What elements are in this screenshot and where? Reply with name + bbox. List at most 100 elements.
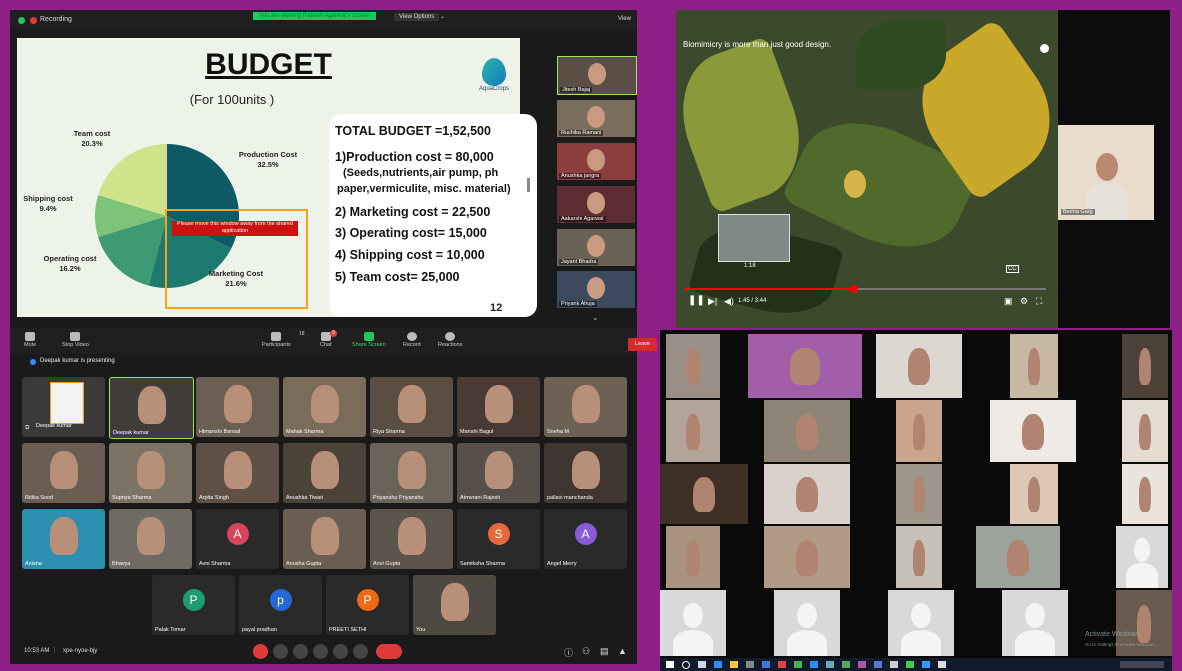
participants-button[interactable]: Participants [262,332,291,348]
webcam-tile[interactable] [666,334,720,398]
participant-tile[interactable]: A Angel Merry [544,509,627,569]
participant-tile[interactable]: Anvi Gupta [370,509,453,569]
participant-tile[interactable]: Deepak kumar [109,377,194,439]
participant-tile[interactable]: Manshi Bagul [457,377,540,437]
participant-tile[interactable]: Atmvrani Rajesh [457,443,540,503]
thumbnail-6[interactable]: Priyank Ahuja [557,271,635,308]
clock-icon[interactable] [1040,44,1049,53]
participant-tile[interactable]: Anusha Gupta [283,509,366,569]
people-icon[interactable]: ⚇ [582,646,590,657]
view-button[interactable]: View [618,16,631,22]
zoom-icon[interactable] [810,661,818,668]
webcam-tile[interactable] [666,526,720,588]
side-video-tile[interactable]: Beena Garg [1058,125,1154,220]
webcam-tile[interactable] [896,464,942,524]
windows-start-icon[interactable] [666,661,674,668]
app-icon[interactable] [842,661,850,668]
task-view-icon[interactable] [698,661,706,668]
reactions-button[interactable]: Reactions [438,332,462,348]
webcam-tile[interactable] [876,334,962,398]
captions-icon[interactable] [293,644,308,659]
participant-tile[interactable]: Arpita Singh [196,443,279,503]
webcam-tile[interactable] [748,334,862,398]
info-icon[interactable]: ⓘ [564,646,573,659]
participant-tile[interactable]: P PREETI SETHI [326,575,409,635]
search-icon[interactable] [682,661,690,669]
video-progress-knob[interactable] [850,285,859,293]
store-icon[interactable] [746,661,754,668]
app-icon[interactable] [938,661,946,668]
app-icon[interactable] [826,661,834,668]
leave-button[interactable]: Leave [628,338,657,351]
participant-tile[interactable]: Ritika Sood [22,443,105,503]
folder-icon[interactable] [730,661,738,668]
pause-icon[interactable]: ❚❚ [688,295,705,306]
thumbnail-5[interactable]: Jayant Bhadra [557,229,635,266]
app-icon[interactable] [890,661,898,668]
system-tray[interactable] [1120,661,1164,668]
present-icon[interactable] [333,644,348,659]
no-video-tile[interactable] [1116,526,1168,588]
webcam-tile[interactable] [896,400,942,462]
webcam-tile[interactable] [764,464,850,524]
participant-tile[interactable]: Sneha M [544,377,627,437]
webcam-tile[interactable] [764,526,850,588]
app-icon[interactable] [906,661,914,668]
webcam-tile[interactable] [1122,464,1168,524]
captions-button[interactable]: CC [1006,265,1019,273]
chat-icon[interactable]: ▤ [600,646,609,657]
no-video-tile[interactable] [1002,590,1068,656]
participant-tile[interactable]: A Avni Sharma [196,509,279,569]
camera-icon[interactable] [273,644,288,659]
edge-icon[interactable] [714,661,722,668]
participant-tile[interactable]: Riya Sharma [370,377,453,437]
thumbnail-4[interactable]: Aakarshi Agarwal [557,186,635,223]
webcam-tile[interactable] [1122,334,1168,398]
app-icon[interactable] [778,661,786,668]
share-screen-button[interactable]: Share Screen [352,332,386,348]
no-video-tile[interactable] [660,590,726,656]
participant-tile[interactable]: pallavi manchanda [544,443,627,503]
participant-tile[interactable]: Mahak Sharma [283,377,366,437]
participant-tile[interactable]: You [413,575,496,635]
participant-tile[interactable]: P Palak Tomar [152,575,235,635]
participant-tile[interactable]: Himanshi Bansal [196,377,279,437]
participant-tile[interactable]: p payal pradhan [239,575,322,635]
thumbnail-3[interactable]: Anushka jangra [557,143,635,180]
thumbnail-1[interactable]: Jitesh Bajaj [557,56,637,95]
video-player[interactable]: 1:18 ❚❚ ▶| ◀) 1:45 / 3:44 CC ▣ ⚙ ⛶ [676,10,1058,328]
mute-button[interactable]: Mute [24,332,36,348]
fullscreen-icon[interactable]: ⛶ [1036,296,1042,307]
view-options-button[interactable]: View Options [394,13,440,21]
mail-icon[interactable] [762,661,770,668]
chrome-icon[interactable] [794,661,802,668]
webcam-tile[interactable] [764,400,850,462]
webcam-tile[interactable] [896,526,942,588]
participant-tile[interactable]: Bhavya [109,509,192,569]
webcam-tile[interactable] [976,526,1060,588]
subtitles-icon[interactable]: ▣ [1004,296,1013,307]
volume-icon[interactable]: ◀) [724,296,734,307]
app-icon[interactable] [874,661,882,668]
webcam-tile[interactable] [1122,400,1168,462]
webcam-tile[interactable] [660,464,748,524]
stop-video-button[interactable]: Stop Video [62,332,89,348]
app-icon[interactable] [922,661,930,668]
activities-icon[interactable]: ▲ [618,646,627,656]
no-video-tile[interactable] [888,590,954,656]
participant-tile[interactable]: Supriya Sharma [109,443,192,503]
app-icon[interactable] [858,661,866,668]
mic-off-icon[interactable] [253,644,268,659]
participant-tile[interactable]: Anushka Tiwari [283,443,366,503]
chevron-down-icon[interactable]: ⌄ [592,313,599,322]
end-call-button[interactable] [376,644,402,659]
webcam-tile[interactable] [1010,464,1058,524]
no-video-tile[interactable] [774,590,840,656]
participant-tile[interactable]: S Samiksha Sharma [457,509,540,569]
webcam-tile[interactable] [1010,334,1058,398]
more-options-icon[interactable] [353,644,368,659]
next-icon[interactable]: ▶| [708,296,717,307]
record-button[interactable]: Record [403,332,421,348]
gear-icon[interactable]: ⚙ [1020,296,1028,307]
webcam-tile[interactable] [666,400,720,462]
